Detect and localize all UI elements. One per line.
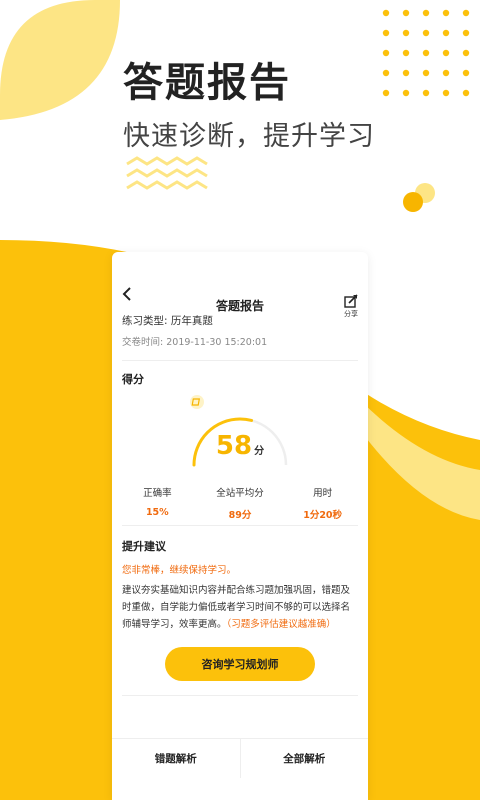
advice-praise: 您非常棒，继续保持学习。 [122,565,237,576]
zigzag-lines [126,156,208,190]
stat-value: 89分 [228,510,252,521]
score-number: 58 [215,431,253,461]
stats-row: 正确率 15% 全站平均分 89分 用时 1分20秒 [112,469,368,525]
share-button[interactable]: 分享 [340,294,362,319]
consult-planner-button[interactable]: 咨询学习规划师 [165,647,315,681]
nav-title: 答题报告 [215,299,264,313]
stat-label: 正确率 [143,488,172,499]
leaf-shape [0,0,120,120]
practice-type-value: 历年真题 [170,315,213,327]
score-gauge: 58 分 [190,395,290,469]
practice-type-label: 练习类型: [122,315,168,327]
stat-label: 用时 [313,488,333,499]
stat-time: 用时 1分20秒 [282,485,364,525]
stat-value: 15% [145,507,169,518]
share-icon [344,294,358,308]
wrong-analysis-button[interactable]: 错题解析 [112,739,240,778]
stat-accuracy: 正确率 15% [116,485,198,525]
share-label: 分享 [344,310,358,318]
submit-time-label: 交卷时间: [122,337,164,348]
report-card: 答题报告 分享 练习类型: 历年真题 交卷时间: 2019-11-30 15:2… [112,252,368,800]
circle-decoration [403,192,423,212]
submit-time-row: 交卷时间: 2019-11-30 15:20:01 [122,332,358,354]
all-analysis-button[interactable]: 全部解析 [239,739,369,778]
score-value: 58 分 [190,431,290,461]
hero-title: 答题报告 [123,60,291,106]
score-heading: 得分 [122,373,144,386]
advice-section: 提升建议 您非常棒，继续保持学习。 建议夯实基础知识内容并配合练习题加强巩固，错… [112,526,368,633]
submit-time-value: 2019-11-30 15:20:01 [166,337,268,348]
hero-subtitle: 快速诊断，提升学习 [123,121,375,152]
stat-value: 1分20秒 [303,510,343,521]
divider [122,695,358,696]
advice-note: （习题多评估建议越准确） [226,619,336,630]
notebook-icon [190,395,204,409]
dot-grid [382,9,470,97]
bottom-bar: 错题解析 全部解析 [112,738,368,778]
advice-body: 建议夯实基础知识内容并配合练习题加强巩固，错题及时重做，自学能力偏低或者学习时间… [122,582,358,633]
stat-label: 全站平均分 [216,488,264,499]
advice-heading: 提升建议 [122,540,166,553]
stat-average: 全站平均分 89分 [199,485,281,525]
nav-bar: 答题报告 分享 [112,252,368,318]
score-unit: 分 [254,446,265,457]
